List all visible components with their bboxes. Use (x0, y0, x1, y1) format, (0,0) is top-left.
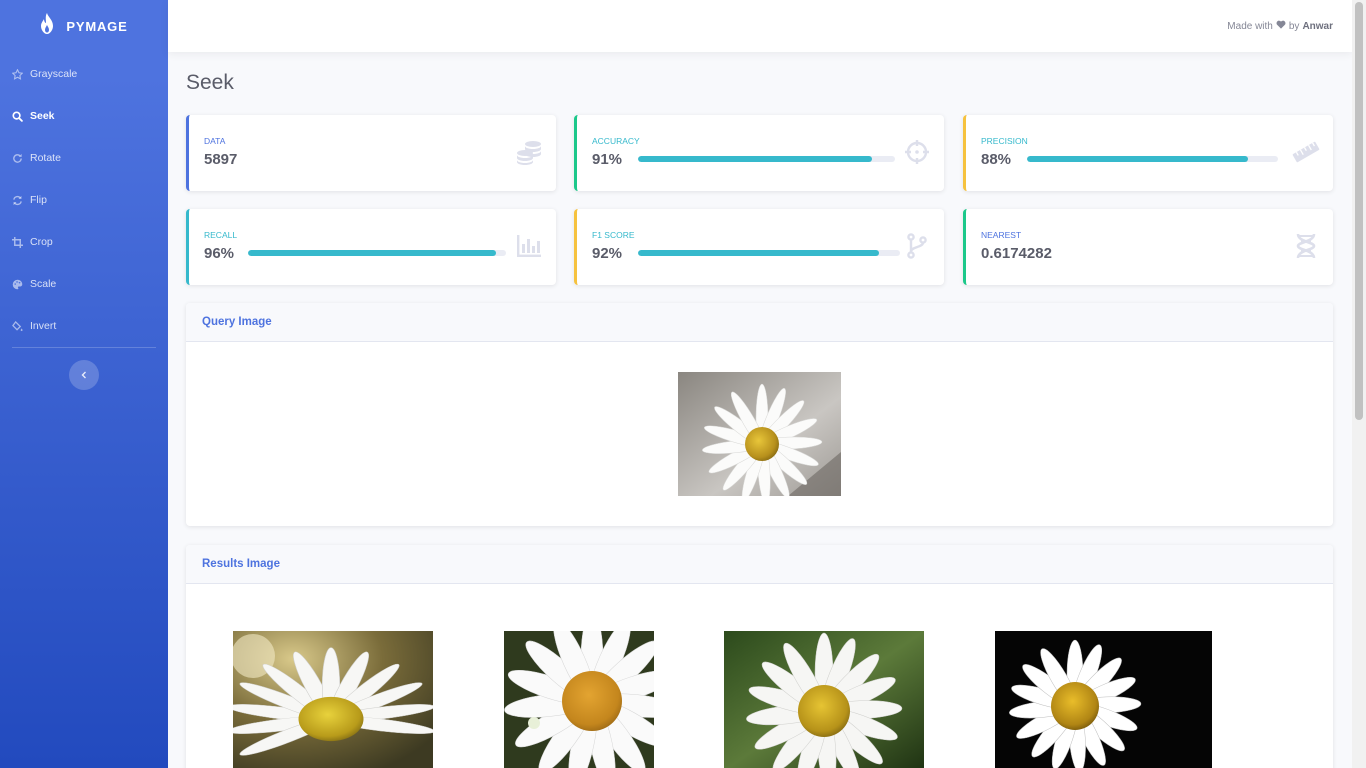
sidebar-item-label: Crop (30, 236, 53, 248)
card-value: 96% (204, 245, 235, 262)
progress-bar (638, 250, 900, 256)
results-image-panel: Results Image (186, 545, 1333, 768)
author-name: Anwar (1302, 20, 1333, 32)
fire-icon (40, 12, 54, 40)
card-precision: PRECISION 88% (963, 115, 1333, 191)
sidebar-item-grayscale[interactable]: Grayscale (0, 53, 168, 95)
sidebar-item-rotate[interactable]: Rotate (0, 137, 168, 179)
result-image[interactable] (233, 631, 433, 768)
brand[interactable]: PYMAGE (0, 0, 168, 52)
card-accuracy: ACCURACY 91% (574, 115, 944, 191)
sidebar: PYMAGE Grayscale Seek Rotate Flip Crop S… (0, 0, 168, 768)
card-value: 0.6174282 (981, 245, 1052, 262)
query-image-panel: Query Image (186, 303, 1333, 526)
crop-icon (12, 236, 23, 248)
topbar: Made with by Anwar (168, 0, 1352, 52)
database-icon (515, 138, 543, 166)
main-content: Seek DATA 5897 ACCURACY 91% PRECISION 88… (186, 52, 1333, 768)
panel-header: Results Image (186, 545, 1333, 584)
panel-title: Results Image (202, 558, 280, 570)
chart-bar-icon (515, 232, 543, 260)
card-recall: RECALL 96% (186, 209, 556, 285)
card-label: RECALL (204, 230, 238, 240)
sync-icon (12, 195, 23, 206)
panel-header: Query Image (186, 303, 1333, 342)
card-f1-score: F1 SCORE 92% (574, 209, 944, 285)
progress-fill (248, 250, 496, 256)
sidebar-item-label: Flip (30, 194, 47, 206)
search-icon (12, 110, 23, 122)
card-value: 92% (592, 245, 623, 262)
sidebar-item-scale[interactable]: Scale (0, 263, 168, 305)
sidebar-item-label: Rotate (30, 152, 61, 164)
brand-name: PYMAGE (66, 18, 128, 34)
fill-drip-icon (12, 320, 23, 332)
sidebar-toggle-button[interactable] (69, 360, 99, 390)
crosshairs-icon (903, 138, 931, 166)
stats-cards: DATA 5897 ACCURACY 91% PRECISION 88% REC… (186, 115, 1333, 295)
heart-icon (1276, 20, 1286, 32)
sidebar-item-invert[interactable]: Invert (0, 305, 168, 347)
by-text: by (1288, 20, 1300, 32)
sidebar-item-label: Invert (30, 320, 57, 332)
made-with-credit: Made with by Anwar (1227, 20, 1333, 32)
query-image (678, 372, 841, 496)
ruler-icon (1292, 138, 1320, 166)
redo-icon (12, 153, 23, 164)
progress-fill (638, 156, 872, 162)
sidebar-item-flip[interactable]: Flip (0, 179, 168, 221)
progress-bar (1027, 156, 1278, 162)
sidebar-divider (12, 347, 156, 348)
dna-icon (1292, 232, 1320, 260)
result-image[interactable] (724, 631, 924, 768)
card-nearest: NEAREST 0.6174282 (963, 209, 1333, 285)
progress-fill (638, 250, 880, 256)
card-label: NEAREST (981, 230, 1022, 240)
result-image[interactable] (995, 631, 1212, 768)
sidebar-item-seek[interactable]: Seek (0, 95, 168, 137)
card-label: ACCURACY (592, 136, 640, 146)
progress-bar (638, 156, 895, 162)
palette-icon (12, 279, 23, 290)
page-title: Seek (186, 71, 234, 94)
panel-title: Query Image (202, 316, 272, 328)
code-branch-icon (903, 232, 931, 260)
result-image[interactable] (504, 631, 654, 768)
chevron-left-icon (80, 366, 88, 384)
card-label: PRECISION (981, 136, 1028, 146)
made-with-text: Made with (1227, 20, 1273, 32)
star-icon (12, 68, 23, 80)
page-scrollbar[interactable] (1352, 0, 1366, 768)
card-data: DATA 5897 (186, 115, 556, 191)
card-label: F1 SCORE (592, 230, 635, 240)
sidebar-item-label: Seek (30, 110, 55, 122)
progress-bar (248, 250, 506, 256)
sidebar-item-crop[interactable]: Crop (0, 221, 168, 263)
progress-fill (1027, 156, 1248, 162)
sidebar-item-label: Scale (30, 278, 57, 290)
scrollbar-thumb[interactable] (1355, 2, 1363, 420)
card-value: 91% (592, 151, 623, 168)
card-label: DATA (204, 136, 226, 146)
sidebar-item-label: Grayscale (30, 68, 78, 80)
card-value: 88% (981, 151, 1012, 168)
sidebar-nav: Grayscale Seek Rotate Flip Crop Scale In… (0, 53, 168, 347)
card-value: 5897 (204, 151, 238, 168)
